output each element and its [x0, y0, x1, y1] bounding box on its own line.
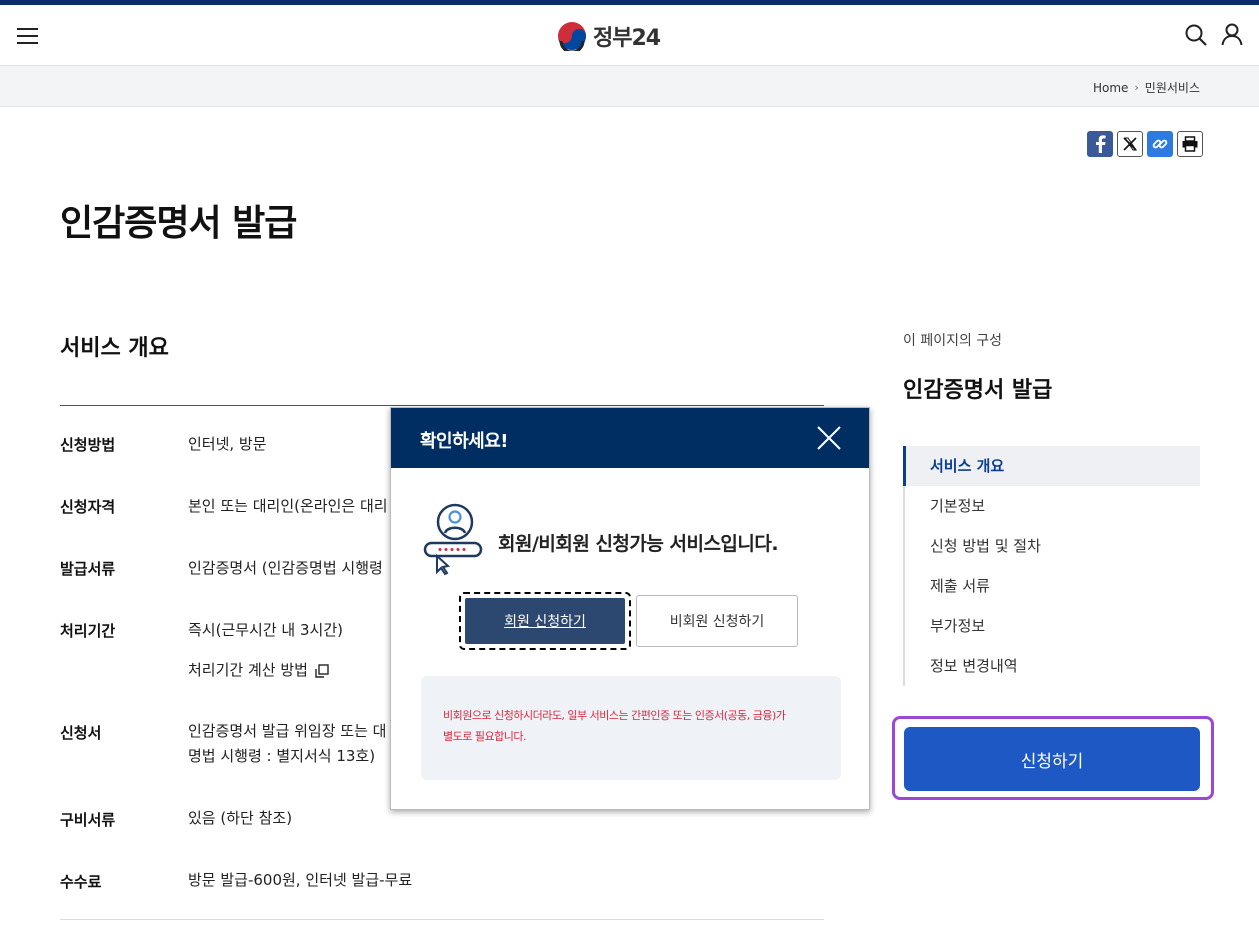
toc-item-overview[interactable]: 서비스 개요	[903, 446, 1200, 486]
modal-notice: 비회원으로 신청하시더라도, 일부 서비스는 간편인증 또는 인증서(공동, 금…	[421, 676, 841, 780]
modal-title: 확인하세요!	[420, 431, 509, 452]
x-icon[interactable]	[1117, 131, 1143, 157]
overview-value-document: 인감증명서 (인감증명법 시행령	[188, 559, 383, 577]
overview-value-application-form: 인감증명서 발급 위임장 또는 대	[188, 722, 387, 740]
toc-item-change-history[interactable]: 정보 변경내역	[905, 646, 1200, 686]
share-toolbar	[1087, 131, 1203, 157]
hamburger-menu-icon[interactable]	[17, 26, 38, 45]
section-divider	[60, 405, 824, 406]
confirm-modal: 확인하세요! 회원/비회원 신청가능 서비스입니다. 회원 신청하기 비회원 신…	[390, 407, 870, 810]
toc-caption: 이 페이지의 구성	[903, 333, 1003, 349]
toc-item-additional-info[interactable]: 부가정보	[905, 606, 1200, 646]
notice-line-1: 비회원으로 신청하시더라도, 일부 서비스는 간편인증 또는 인증서(공동, 금…	[443, 709, 786, 722]
overview-label-application-form: 신청서	[60, 724, 102, 742]
overview-label-required-docs: 구비서류	[60, 811, 116, 829]
processing-time-calc-link[interactable]: 처리기간 계산 방법	[188, 658, 330, 683]
apply-button-focus-outline: 신청하기	[892, 716, 1214, 800]
overview-label-method: 신청방법	[60, 436, 116, 454]
facebook-icon[interactable]	[1087, 131, 1113, 157]
toc-list: 서비스 개요 기본정보 신청 방법 및 절차 제출 서류 부가정보 정보 변경내…	[903, 446, 1200, 686]
overview-label-processing-time: 처리기간	[60, 622, 116, 640]
print-icon[interactable]	[1177, 131, 1203, 157]
external-link-icon	[315, 663, 329, 678]
overview-value-application-form-2: 명법 시행령 : 별지서식 13호)	[188, 747, 376, 765]
breadcrumb: Home › 민원서비스	[1093, 79, 1200, 96]
chevron-right-icon: ›	[1134, 81, 1139, 94]
site-logo[interactable]: 정부24	[557, 21, 661, 51]
overview-value-method: 인터넷, 방문	[188, 435, 267, 453]
overview-value-required-docs: 있음 (하단 참조)	[188, 809, 293, 827]
page-title: 인감증명서 발급	[60, 203, 297, 244]
toc-item-procedure[interactable]: 신청 방법 및 절차	[905, 526, 1200, 566]
overview-label-document: 발급서류	[60, 560, 116, 578]
breadcrumb-home[interactable]: Home	[1093, 81, 1128, 95]
modal-header: 확인하세요!	[391, 408, 869, 468]
overview-value-fee: 방문 발급-600원, 인터넷 발급-무료	[188, 871, 413, 889]
user-password-icon	[423, 503, 483, 576]
toc-item-basic-info[interactable]: 기본정보	[905, 486, 1200, 526]
taegeuk-logo-icon	[558, 22, 586, 51]
guest-apply-button[interactable]: 비회원 신청하기	[636, 595, 798, 647]
overview-value-processing-time: 즉시(근무시간 내 3시간)	[188, 621, 343, 639]
member-apply-button[interactable]: 회원 신청하기	[465, 598, 625, 644]
notice-line-2: 별도로 필요합니다.	[443, 730, 526, 743]
overview-label-fee: 수수료	[60, 873, 102, 891]
section-title-overview: 서비스 개요	[60, 336, 169, 361]
overview-value-eligibility: 본인 또는 대리인(온라인은 대리	[188, 497, 388, 515]
link-icon[interactable]	[1147, 131, 1173, 157]
logo-text: 정부24	[593, 26, 661, 51]
section-bottom-divider	[60, 919, 824, 920]
overview-label-eligibility: 신청자격	[60, 498, 116, 516]
close-icon[interactable]	[815, 424, 843, 452]
modal-message: 회원/비회원 신청가능 서비스입니다.	[498, 533, 779, 555]
breadcrumb-bar: Home › 민원서비스	[0, 66, 1259, 107]
site-header: 정부24	[0, 5, 1259, 66]
user-icon[interactable]	[1220, 22, 1244, 46]
breadcrumb-current[interactable]: 민원서비스	[1145, 79, 1200, 96]
processing-time-calc-label: 처리기간 계산 방법	[188, 661, 308, 679]
toc-title: 인감증명서 발급	[903, 378, 1053, 403]
apply-button[interactable]: 신청하기	[904, 727, 1200, 791]
toc-item-documents[interactable]: 제출 서류	[905, 566, 1200, 606]
search-icon[interactable]	[1184, 23, 1208, 47]
member-button-focus-ring: 회원 신청하기	[459, 592, 631, 650]
